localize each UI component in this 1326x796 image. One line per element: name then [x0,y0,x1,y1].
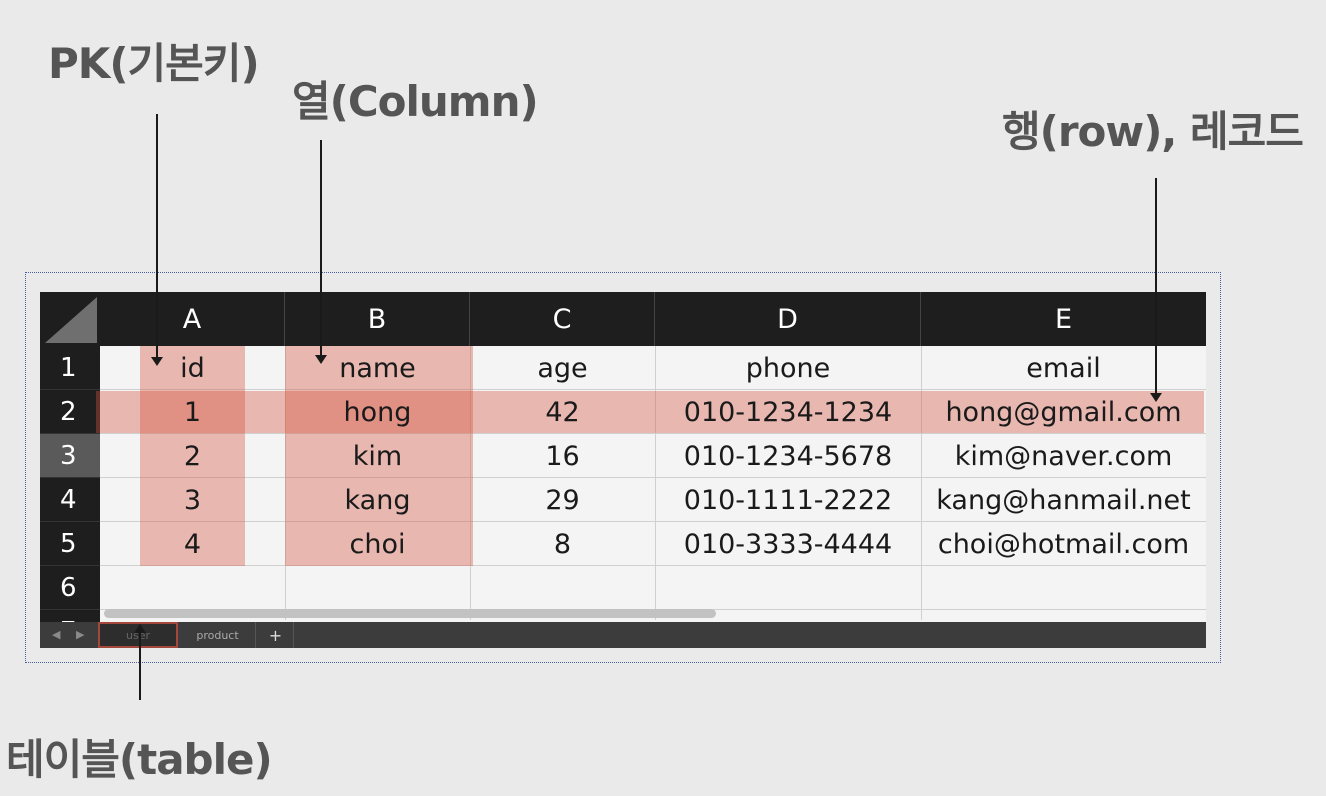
cell-c3[interactable]: 16 [470,434,655,478]
cell-c5[interactable]: 8 [470,522,655,566]
cell-a2[interactable]: 1 [100,390,285,434]
column-header-d[interactable]: D [655,292,921,346]
cell-e5[interactable]: choi@hotmail.com [921,522,1206,566]
row-arrow [1150,178,1162,402]
cell-a5[interactable]: 4 [100,522,285,566]
horizontal-scrollbar[interactable] [104,609,716,618]
cell-d4[interactable]: 010-1111-2222 [655,478,921,522]
cell-a4[interactable]: 3 [100,478,285,522]
cell-b5[interactable]: choi [285,522,470,566]
prev-sheet-icon[interactable]: ◀ [52,628,60,641]
cell-e1[interactable]: email [921,346,1206,390]
cell-b1[interactable]: name [285,346,470,390]
cell-e3[interactable]: kim@naver.com [921,434,1206,478]
cell-c2[interactable]: 42 [470,390,655,434]
cell-a3[interactable]: 2 [100,434,285,478]
cell-b2[interactable]: hong [285,390,470,434]
pk-arrow [151,114,163,366]
table-arrow [134,624,146,700]
select-all-corner[interactable] [40,292,100,346]
cell-b4[interactable]: kang [285,478,470,522]
column-arrow [315,140,327,364]
row-header-4[interactable]: 4 [40,478,100,522]
column-header-c[interactable]: C [470,292,655,346]
cell-d5[interactable]: 010-3333-4444 [655,522,921,566]
cell-d2[interactable]: 010-1234-1234 [655,390,921,434]
column-header-b[interactable]: B [285,292,470,346]
column-header-e[interactable]: E [921,292,1206,346]
table-label: 테이블(table) [6,735,273,784]
cell-b3[interactable]: kim [285,434,470,478]
column-header-a[interactable]: A [100,292,285,346]
row-header-5[interactable]: 5 [40,522,100,566]
pk-label: PK(기본키) [48,39,260,88]
row-header-2[interactable]: 2 [40,390,100,434]
next-sheet-icon[interactable]: ▶ [76,628,84,641]
add-sheet-button[interactable]: + [258,622,294,648]
cell-c4[interactable]: 29 [470,478,655,522]
spreadsheet: A B C D E 1 2 3 4 5 6 7 id name age phon… [40,292,1206,648]
cell-e4[interactable]: kang@hanmail.net [921,478,1206,522]
row-label: 행(row), 레코드 [1002,107,1304,156]
row-header-3[interactable]: 3 [40,434,100,478]
tab-product[interactable]: product [180,622,256,648]
row-header-6[interactable]: 6 [40,566,100,610]
sheet-tab-bar: ◀ ▶ user product + [40,622,1206,648]
cell-d3[interactable]: 010-1234-5678 [655,434,921,478]
cell-a1[interactable]: id [100,346,285,390]
cell-c1[interactable]: age [470,346,655,390]
column-label: 열(Column) [292,77,539,126]
cell-d1[interactable]: phone [655,346,921,390]
cell-e2[interactable]: hong@gmail.com [921,390,1206,434]
row-header-1[interactable]: 1 [40,346,100,390]
